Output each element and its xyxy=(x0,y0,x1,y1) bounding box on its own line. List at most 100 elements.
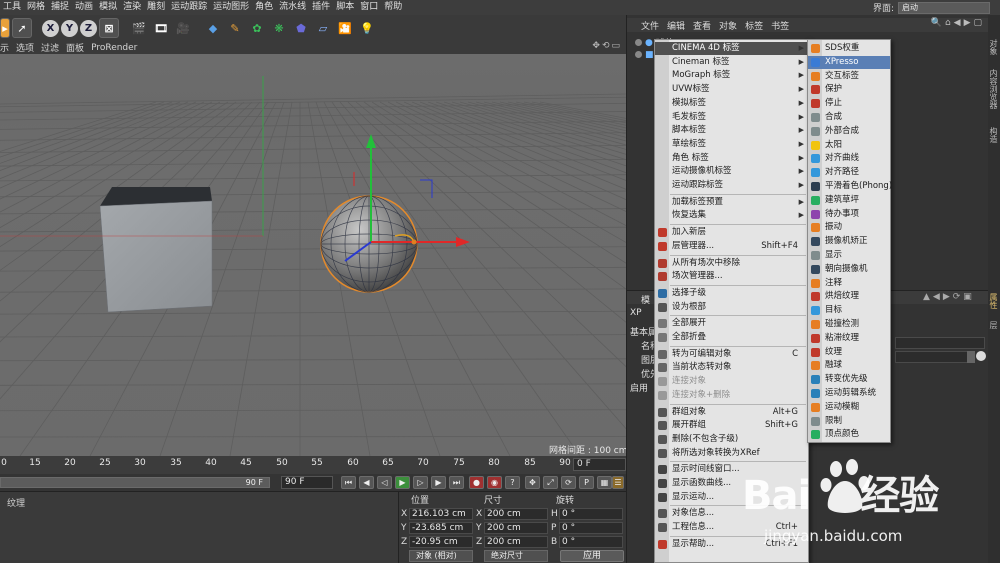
select-arrow-icon[interactable]: ➚ xyxy=(12,18,32,38)
om-menu-edit[interactable]: 编辑 xyxy=(667,19,685,32)
cube-object-icon[interactable]: ◆ xyxy=(203,18,223,38)
timeline-ruler[interactable]: 0 F 0 15 20 25 30 35 40 45 50 55 60 65 70 75 80 85 90 xyxy=(0,456,626,474)
rotation-p-field[interactable]: 0 ° xyxy=(559,522,623,534)
light-icon[interactable]: 💡 xyxy=(357,18,377,38)
om-toolbar-icons[interactable]: 🔍⌂◀▶▢ xyxy=(931,18,985,28)
sub-menu-item[interactable]: 合成 xyxy=(808,111,890,124)
render-picture-viewer-icon[interactable]: 🎞 xyxy=(151,18,171,38)
menu-item[interactable]: 工具 xyxy=(0,0,24,15)
deformer-icon[interactable]: ⬟ xyxy=(291,18,311,38)
vtab-layers[interactable]: 层 xyxy=(989,321,999,329)
layout-select[interactable]: 启动 xyxy=(898,1,990,14)
next-frame-button[interactable]: ▷ xyxy=(413,476,428,489)
expand-icon[interactable] xyxy=(635,51,642,58)
size-z-field[interactable]: 200 cm xyxy=(484,536,548,548)
camera-icon[interactable]: 🎦 xyxy=(335,18,355,38)
frame-range-slider[interactable]: 90 F xyxy=(0,477,270,488)
sub-menu-item[interactable]: 注释 xyxy=(808,277,890,290)
viewport-nav-icons[interactable]: ✥⟲▭ xyxy=(592,41,622,51)
om-menu-tags[interactable]: 标签 xyxy=(745,19,763,32)
end-frame-field[interactable]: 90 F xyxy=(281,476,333,489)
vtab-objects[interactable]: 对象 xyxy=(989,39,999,55)
main-menu-item[interactable]: 层管理器... Shift+F4 xyxy=(655,240,808,253)
main-menu-item[interactable]: 群组对象 Alt+G xyxy=(655,406,808,419)
main-menu-item[interactable]: Cineman 标签 ▶ xyxy=(655,56,808,69)
main-menu-item[interactable]: 全部展开 xyxy=(655,317,808,330)
menu-item[interactable]: 运动图形 xyxy=(210,0,252,15)
sub-menu-item[interactable]: 平滑着色(Phong) xyxy=(808,180,892,193)
3d-viewport[interactable] xyxy=(0,54,626,456)
record-button[interactable]: ● xyxy=(469,476,484,489)
main-menu-item[interactable]: 运动跟踪标签 ▶ xyxy=(655,179,808,192)
axis-x-toggle[interactable]: X xyxy=(42,19,59,37)
main-menu-item[interactable]: 草绘标签 ▶ xyxy=(655,138,808,151)
sub-menu-item[interactable]: 限制 xyxy=(808,415,890,428)
vtab-content-browser[interactable]: 内容浏览器 xyxy=(989,69,999,109)
menu-item[interactable]: 脚本 xyxy=(333,0,357,15)
position-key-button[interactable]: ✥ xyxy=(525,476,540,489)
menu-item[interactable]: 流水线 xyxy=(276,0,309,15)
main-menu-item[interactable]: 毛发标签 ▶ xyxy=(655,111,808,124)
menu-item[interactable]: 窗口 xyxy=(357,0,381,15)
main-menu-item[interactable]: 转为可编辑对象 C xyxy=(655,348,808,361)
menu-item[interactable]: 渲染 xyxy=(120,0,144,15)
scale-key-button[interactable]: ⤢ xyxy=(543,476,558,489)
attr-enable-checkbox[interactable]: 启用 xyxy=(630,381,648,394)
main-menu-item[interactable]: 场次管理器... xyxy=(655,270,808,283)
rotation-b-field[interactable]: 0 ° xyxy=(559,536,623,548)
sub-menu-item[interactable]: 朝向摄像机 xyxy=(808,263,890,276)
sub-menu-item[interactable]: 转变优先级 xyxy=(808,373,890,386)
undo-icon[interactable]: ▸ xyxy=(0,18,10,38)
sub-menu-item[interactable]: 运动剪辑系统 xyxy=(808,387,890,400)
sub-menu-item[interactable]: 交互标签 xyxy=(808,70,890,83)
viewport-menu-panel[interactable]: 面板 xyxy=(66,41,84,54)
viewport-menu-filter[interactable]: 过滤 xyxy=(41,41,59,54)
sub-menu-item[interactable]: 建筑草坪 xyxy=(808,194,890,207)
sub-menu-item[interactable]: 纹理 xyxy=(808,346,890,359)
rotation-h-field[interactable]: 0 ° xyxy=(559,508,623,520)
position-x-field[interactable]: 216.103 cm xyxy=(409,508,473,520)
position-z-field[interactable]: -20.95 cm xyxy=(409,536,473,548)
main-menu-item[interactable]: 当前状态转对象 xyxy=(655,361,808,374)
keyframe-selection-button[interactable]: ? xyxy=(505,476,520,489)
sub-menu-item[interactable]: 目标 xyxy=(808,304,890,317)
attr-tab-mode[interactable]: 模 xyxy=(641,293,650,306)
sub-menu-item[interactable]: 烘焙纹理 xyxy=(808,290,890,303)
main-menu-item[interactable]: 加入新层 xyxy=(655,226,808,239)
sub-menu-item[interactable]: 粘滞纹理 xyxy=(808,332,890,345)
size-y-field[interactable]: 200 cm xyxy=(484,522,548,534)
sub-menu-item[interactable]: 外部合成 xyxy=(808,125,890,138)
axis-y-toggle[interactable]: Y xyxy=(61,19,78,37)
menu-item[interactable]: 插件 xyxy=(309,0,333,15)
axis-z-toggle[interactable]: Z xyxy=(80,19,97,37)
menu-item[interactable]: 动画 xyxy=(72,0,96,15)
sub-menu-item[interactable]: 对齐曲线 xyxy=(808,152,890,165)
menu-item[interactable]: 网格 xyxy=(24,0,48,15)
next-key-button[interactable]: ▶ xyxy=(431,476,446,489)
main-menu-item[interactable]: CINEMA 4D 标签 ▶ xyxy=(655,42,808,55)
play-button[interactable]: ▶ xyxy=(395,476,410,489)
attr-name-field[interactable] xyxy=(895,337,985,349)
om-menu-file[interactable]: 文件 xyxy=(641,19,659,32)
sub-menu-item[interactable]: 对齐路径 xyxy=(808,166,890,179)
layer-clear-icon[interactable] xyxy=(976,351,986,361)
main-menu-item[interactable]: 选择子级 xyxy=(655,287,808,300)
layer-dropdown-arrow-icon[interactable] xyxy=(967,351,975,363)
attr-basic-tab[interactable]: 基本属 xyxy=(630,325,657,338)
goto-end-button[interactable]: ⏭ xyxy=(449,476,464,489)
cloner-icon[interactable]: ❋ xyxy=(269,18,289,38)
current-frame-field[interactable]: 0 F xyxy=(573,458,626,471)
main-menu-item[interactable]: 全部折叠 xyxy=(655,331,808,344)
main-menu-item[interactable]: MoGraph 标签 ▶ xyxy=(655,69,808,82)
sub-menu-item[interactable]: 运动模糊 xyxy=(808,401,890,414)
position-y-field[interactable]: -23.685 cm xyxy=(409,522,473,534)
subdivision-surface-icon[interactable]: ✿ xyxy=(247,18,267,38)
menu-item[interactable]: 雕刻 xyxy=(144,0,168,15)
viewport-menu-prorender[interactable]: ProRender xyxy=(91,43,137,53)
rotation-key-button[interactable]: ⟳ xyxy=(561,476,576,489)
coordinate-system-icon[interactable]: ⊠ xyxy=(99,18,119,38)
sub-menu-item[interactable]: 振动 xyxy=(808,221,890,234)
main-menu-item[interactable]: 加载标签预置 ▶ xyxy=(655,196,808,209)
attr-nav-icons[interactable]: ▲◀▶⟳▣ xyxy=(923,292,975,302)
pen-spline-icon[interactable]: ✎ xyxy=(225,18,245,38)
